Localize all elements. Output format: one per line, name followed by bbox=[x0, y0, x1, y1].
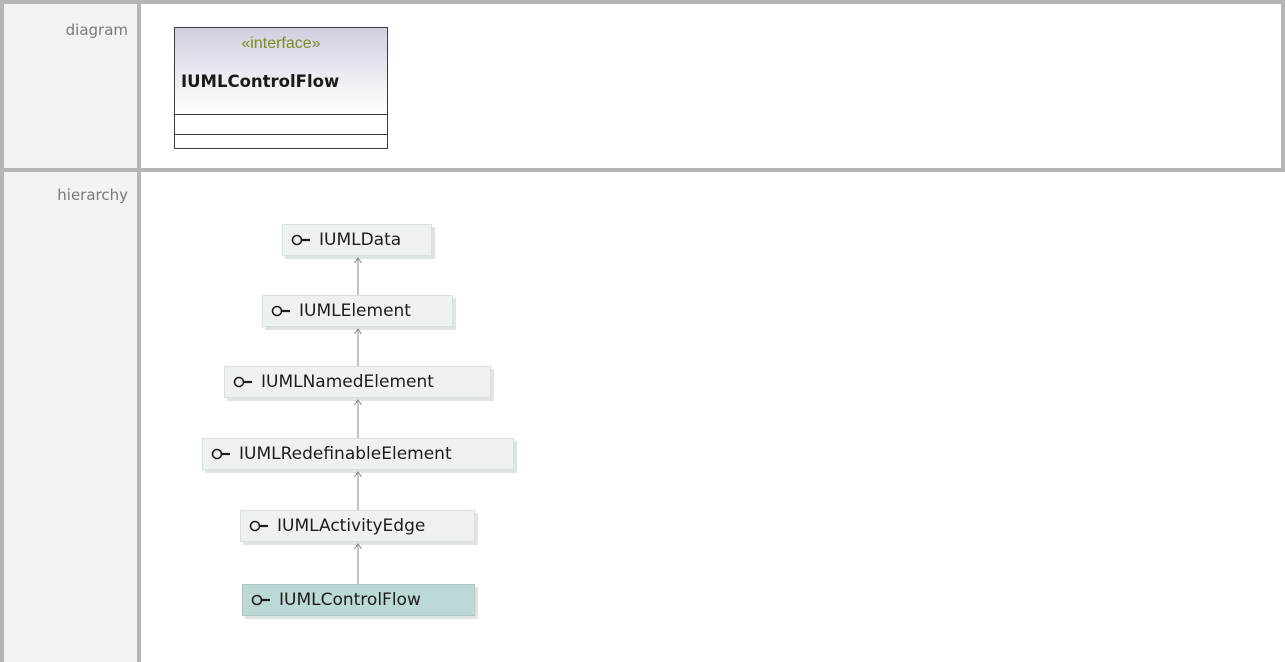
generalization-arrow bbox=[354, 328, 362, 366]
hierarchy-row-label: hierarchy bbox=[57, 186, 128, 204]
hierarchy-node-name: IUMLControlFlow bbox=[279, 590, 421, 610]
hierarchy-node-name: IUMLRedefinableElement bbox=[239, 444, 452, 464]
generalization-arrow bbox=[354, 471, 362, 510]
interface-lollipop-icon bbox=[271, 304, 295, 318]
interface-lollipop-icon bbox=[251, 593, 275, 607]
table-column-divider bbox=[137, 0, 141, 662]
hierarchy-node[interactable]: IUMLData bbox=[282, 224, 432, 256]
interface-lollipop-icon bbox=[211, 447, 235, 461]
hierarchy-node-name: IUMLActivityEdge bbox=[277, 516, 426, 536]
hierarchy-node[interactable]: IUMLNamedElement bbox=[224, 366, 491, 398]
generalization-arrow bbox=[354, 399, 362, 438]
interface-class-header: «interface» IUMLControlFlow bbox=[175, 28, 387, 115]
table-top-border bbox=[0, 0, 1285, 4]
diagram-row-label-cell: diagram bbox=[4, 4, 137, 168]
documentation-table: diagram «interface» IUMLControlFlow hier… bbox=[0, 0, 1285, 662]
diagram-row-label: diagram bbox=[65, 21, 128, 39]
operations-compartment-separator bbox=[175, 134, 387, 135]
generalization-arrow bbox=[354, 257, 362, 295]
interface-lollipop-icon bbox=[249, 519, 273, 533]
hierarchy-node-name: IUMLElement bbox=[299, 301, 411, 321]
hierarchy-node-name: IUMLData bbox=[319, 230, 402, 250]
table-right-border bbox=[1281, 0, 1285, 172]
hierarchy-node[interactable]: IUMLActivityEdge bbox=[240, 510, 475, 542]
generalization-arrow bbox=[354, 543, 362, 584]
interface-lollipop-icon bbox=[233, 375, 257, 389]
hierarchy-node[interactable]: IUMLRedefinableElement bbox=[202, 438, 514, 470]
interface-stereotype: «interface» bbox=[241, 35, 321, 52]
table-row-divider bbox=[0, 168, 1285, 172]
interface-class-box[interactable]: «interface» IUMLControlFlow bbox=[174, 27, 388, 149]
hierarchy-node-name: IUMLNamedElement bbox=[261, 372, 434, 392]
hierarchy-node-current[interactable]: IUMLControlFlow bbox=[242, 584, 475, 616]
hierarchy-node[interactable]: IUMLElement bbox=[262, 295, 453, 327]
interface-lollipop-icon bbox=[291, 233, 315, 247]
hierarchy-row-label-cell: hierarchy bbox=[4, 172, 137, 662]
interface-class-name: IUMLControlFlow bbox=[181, 72, 340, 91]
